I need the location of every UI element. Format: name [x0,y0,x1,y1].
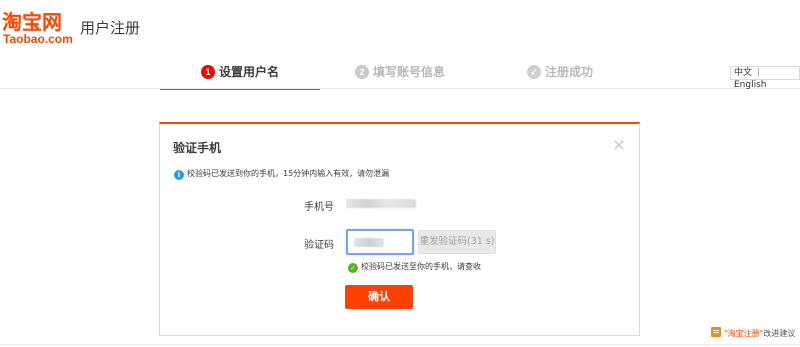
close-icon[interactable]: × [612,137,626,153]
step-1-label: 设置用户名 [218,65,279,79]
code-sent-message: ✓ 校验码已发送至你的手机，请查收 [348,261,481,273]
logo-chinese-text: 淘宝网 [2,10,62,34]
footer-divider [0,344,800,345]
registration-page: 淘宝网 Taobao.com 用户注册 1 设置用户名 2 填写账号信息 ✓ 注册成功… [0,0,800,347]
info-message: i 校验码已发送到你的手机，15分钟内输入有效，请勿泄漏 [174,168,389,180]
verify-phone-dialog: 验证手机 × i 校验码已发送到你的手机，15分钟内输入有效，请勿泄漏 手机号 验… [159,122,640,336]
language-chinese-link[interactable]: 中文 [734,67,752,79]
phone-number-value-redacted [346,199,416,208]
registration-steps: 1 设置用户名 2 填写账号信息 ✓ 注册成功 [160,58,640,90]
page-title: 用户注册 [80,19,141,37]
dialog-title: 验证手机 [173,141,222,155]
code-label: 验证码 [304,240,334,251]
step-2-number-icon: 2 [354,65,369,79]
code-sent-message-text: 校验码已发送至你的手机，请查收 [361,262,481,271]
step-registration-success: ✓ 注册成功 [480,58,640,90]
step-2-label: 填写账号信息 [372,65,445,79]
feedback-icon [711,327,721,337]
checkmark-icon: ✓ [526,65,541,79]
steps-divider [0,88,800,89]
phone-label: 手机号 [304,202,334,213]
step-1-number-icon: 1 [200,65,215,79]
feedback-suffix-text: 改进建议 [763,329,796,338]
language-english-link[interactable]: English [734,79,767,91]
verification-code-input[interactable] [346,229,414,255]
confirm-button[interactable]: 确认 [345,285,413,309]
taobao-logo[interactable]: 淘宝网 Taobao.com [2,11,74,47]
step-set-username: 1 设置用户名 [160,58,320,90]
info-icon: i [174,170,184,180]
step-3-label: 注册成功 [544,65,593,79]
feedback-link[interactable]: "淘宝注册"改进建议 [711,327,795,339]
language-switcher: 中文 |English [730,66,800,90]
feedback-brand-text: "淘宝注册" [724,329,764,338]
resend-code-button[interactable]: 重发验证码(31 s) [418,230,496,254]
step-fill-account-info: 2 填写账号信息 [320,58,480,90]
success-check-icon: ✓ [348,263,358,273]
info-message-text: 校验码已发送到你的手机，15分钟内输入有效，请勿泄漏 [187,169,390,178]
logo-english-text: Taobao.com [3,32,73,46]
verification-code-value-redacted [354,238,384,247]
language-separator: | [757,68,761,78]
